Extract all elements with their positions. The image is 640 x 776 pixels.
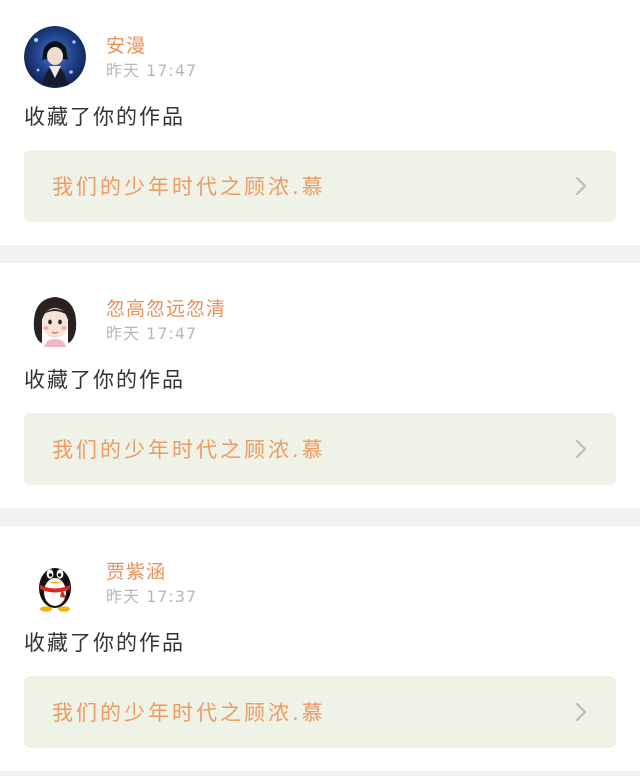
qq-penguin-avatar-icon[interactable] — [24, 552, 86, 614]
notification-header: 贾紫涵 昨天 17:37 — [24, 552, 616, 618]
notification-card: 安漫 昨天 17:47 收藏了你的作品 我们的少年时代之顾浓.慕 — [0, 0, 640, 245]
work-link[interactable]: 我们的少年时代之顾浓.慕 — [24, 676, 616, 748]
anime-avatar-icon[interactable] — [24, 26, 86, 88]
action-text: 收藏了你的作品 — [24, 631, 185, 655]
girl-avatar-icon[interactable] — [24, 289, 86, 351]
timestamp: 昨天 17:47 — [106, 61, 198, 80]
chevron-right-icon — [575, 176, 587, 196]
chevron-right-icon — [575, 439, 587, 459]
work-title: 我们的少年时代之顾浓.慕 — [52, 701, 326, 725]
notification-card: 贾紫涵 昨天 17:37 收藏了你的作品 我们的少年时代之顾浓.慕 — [0, 526, 640, 771]
username-link[interactable]: 安漫 — [106, 34, 197, 58]
timestamp: 昨天 17:37 — [106, 587, 198, 606]
username-link[interactable]: 贾紫涵 — [106, 560, 197, 584]
notification-card: 忽高忽远忽清 昨天 17:47 收藏了你的作品 我们的少年时代之顾浓.慕 — [0, 263, 640, 508]
username-link[interactable]: 忽高忽远忽清 — [106, 297, 226, 321]
work-title: 我们的少年时代之顾浓.慕 — [52, 175, 326, 199]
chevron-right-icon — [575, 702, 587, 722]
work-link[interactable]: 我们的少年时代之顾浓.慕 — [24, 150, 616, 222]
notification-header: 安漫 昨天 17:47 — [24, 26, 616, 92]
action-text: 收藏了你的作品 — [24, 368, 185, 392]
action-text: 收藏了你的作品 — [24, 105, 185, 129]
work-title: 我们的少年时代之顾浓.慕 — [52, 438, 326, 462]
work-link[interactable]: 我们的少年时代之顾浓.慕 — [24, 413, 616, 485]
notification-header: 忽高忽远忽清 昨天 17:47 — [24, 289, 616, 355]
timestamp: 昨天 17:47 — [106, 324, 198, 343]
notification-feed: 安漫 昨天 17:47 收藏了你的作品 我们的少年时代之顾浓.慕 忽高忽远忽清 … — [0, 0, 640, 771]
